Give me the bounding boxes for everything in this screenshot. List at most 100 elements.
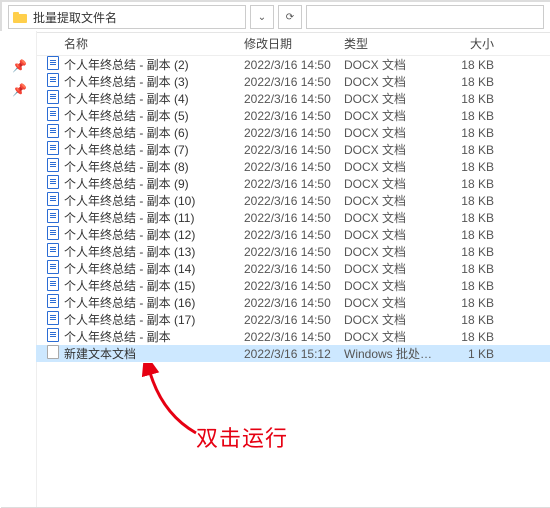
file-row[interactable]: 个人年终总结 - 副本 (3)2022/3/16 14:50DOCX 文档18 … <box>36 73 550 90</box>
pin-icon: 📌 <box>12 83 27 97</box>
file-size: 18 KB <box>434 177 504 191</box>
file-date: 2022/3/16 14:50 <box>244 75 344 89</box>
word-doc-icon <box>46 311 60 328</box>
file-name: 个人年终总结 - 副本 (2) <box>64 56 244 73</box>
file-type: DOCX 文档 <box>344 56 434 73</box>
file-row[interactable]: 个人年终总结 - 副本 (4)2022/3/16 14:50DOCX 文档18 … <box>36 90 550 107</box>
file-date: 2022/3/16 14:50 <box>244 279 344 293</box>
file-date: 2022/3/16 14:50 <box>244 160 344 174</box>
column-header-name[interactable]: 名称 <box>64 35 244 52</box>
file-row[interactable]: 新建文本文档2022/3/16 15:12Windows 批处理...1 KB <box>36 345 550 362</box>
file-type: DOCX 文档 <box>344 226 434 243</box>
file-row[interactable]: 个人年终总结 - 副本 (2)2022/3/16 14:50DOCX 文档18 … <box>36 56 550 73</box>
file-date: 2022/3/16 14:50 <box>244 194 344 208</box>
file-size: 18 KB <box>434 211 504 225</box>
word-doc-icon <box>46 73 60 90</box>
file-name: 个人年终总结 - 副本 (16) <box>64 294 244 311</box>
file-size: 18 KB <box>434 330 504 344</box>
file-date: 2022/3/16 14:50 <box>244 177 344 191</box>
file-type: DOCX 文档 <box>344 311 434 328</box>
file-row[interactable]: 个人年终总结 - 副本 (17)2022/3/16 14:50DOCX 文档18… <box>36 311 550 328</box>
word-doc-icon <box>46 260 60 277</box>
word-doc-icon <box>46 209 60 226</box>
file-date: 2022/3/16 14:50 <box>244 211 344 225</box>
word-doc-icon <box>46 141 60 158</box>
file-name: 个人年终总结 - 副本 (15) <box>64 277 244 294</box>
word-doc-icon <box>46 294 60 311</box>
file-date: 2022/3/16 14:50 <box>244 228 344 242</box>
history-dropdown-button[interactable]: ⌄ <box>250 5 274 29</box>
word-doc-icon <box>46 56 60 73</box>
file-size: 18 KB <box>434 228 504 242</box>
file-name: 个人年终总结 - 副本 (4) <box>64 90 244 107</box>
column-header-type[interactable]: 类型 <box>344 35 434 52</box>
file-name: 个人年终总结 - 副本 (14) <box>64 260 244 277</box>
file-type: DOCX 文档 <box>344 294 434 311</box>
file-date: 2022/3/16 14:50 <box>244 58 344 72</box>
file-row[interactable]: 个人年终总结 - 副本 (10)2022/3/16 14:50DOCX 文档18… <box>36 192 550 209</box>
file-row[interactable]: 个人年终总结 - 副本 (9)2022/3/16 14:50DOCX 文档18 … <box>36 175 550 192</box>
refresh-icon: ⟳ <box>286 12 294 23</box>
file-type: DOCX 文档 <box>344 192 434 209</box>
file-size: 18 KB <box>434 126 504 140</box>
file-rows: 个人年终总结 - 副本 (2)2022/3/16 14:50DOCX 文档18 … <box>36 56 550 362</box>
quick-access-strip: 📌 📌 <box>0 31 37 507</box>
file-row[interactable]: 个人年终总结 - 副本2022/3/16 14:50DOCX 文档18 KB <box>36 328 550 345</box>
file-row[interactable]: 个人年终总结 - 副本 (11)2022/3/16 14:50DOCX 文档18… <box>36 209 550 226</box>
file-date: 2022/3/16 14:50 <box>244 313 344 327</box>
file-name: 个人年终总结 - 副本 (6) <box>64 124 244 141</box>
file-type: DOCX 文档 <box>344 158 434 175</box>
file-name: 个人年终总结 - 副本 (10) <box>64 192 244 209</box>
file-row[interactable]: 个人年终总结 - 副本 (16)2022/3/16 14:50DOCX 文档18… <box>36 294 550 311</box>
file-size: 18 KB <box>434 279 504 293</box>
file-date: 2022/3/16 14:50 <box>244 143 344 157</box>
file-row[interactable]: 个人年终总结 - 副本 (8)2022/3/16 14:50DOCX 文档18 … <box>36 158 550 175</box>
file-date: 2022/3/16 14:50 <box>244 109 344 123</box>
annotation-text: 双击运行 <box>196 421 288 453</box>
file-type: DOCX 文档 <box>344 328 434 345</box>
search-box[interactable] <box>306 5 544 29</box>
word-doc-icon <box>46 277 60 294</box>
file-size: 18 KB <box>434 160 504 174</box>
address-box[interactable]: 批量提取文件名 <box>8 5 246 29</box>
word-doc-icon <box>46 124 60 141</box>
column-header-size[interactable]: 大小 <box>434 35 504 52</box>
file-date: 2022/3/16 14:50 <box>244 262 344 276</box>
file-size: 18 KB <box>434 75 504 89</box>
file-size: 18 KB <box>434 194 504 208</box>
file-type: DOCX 文档 <box>344 260 434 277</box>
word-doc-icon <box>46 90 60 107</box>
file-date: 2022/3/16 14:50 <box>244 126 344 140</box>
file-size: 18 KB <box>434 109 504 123</box>
file-row[interactable]: 个人年终总结 - 副本 (7)2022/3/16 14:50DOCX 文档18 … <box>36 141 550 158</box>
file-size: 18 KB <box>434 58 504 72</box>
column-header-date[interactable]: 修改日期 <box>244 35 344 52</box>
file-size: 18 KB <box>434 296 504 310</box>
file-row[interactable]: 个人年终总结 - 副本 (14)2022/3/16 14:50DOCX 文档18… <box>36 260 550 277</box>
file-date: 2022/3/16 14:50 <box>244 245 344 259</box>
file-name: 个人年终总结 - 副本 (11) <box>64 209 244 226</box>
file-type: DOCX 文档 <box>344 141 434 158</box>
file-name: 个人年终总结 - 副本 (9) <box>64 175 244 192</box>
word-doc-icon <box>46 328 60 345</box>
current-folder-name: 批量提取文件名 <box>33 9 117 26</box>
file-type: DOCX 文档 <box>344 277 434 294</box>
file-row[interactable]: 个人年终总结 - 副本 (5)2022/3/16 14:50DOCX 文档18 … <box>36 107 550 124</box>
file-type: Windows 批处理... <box>344 345 434 362</box>
file-name: 个人年终总结 - 副本 (12) <box>64 226 244 243</box>
refresh-button[interactable]: ⟳ <box>278 5 302 29</box>
file-type: DOCX 文档 <box>344 73 434 90</box>
file-name: 个人年终总结 - 副本 (5) <box>64 107 244 124</box>
file-size: 18 KB <box>434 92 504 106</box>
word-doc-icon <box>46 107 60 124</box>
file-size: 18 KB <box>434 245 504 259</box>
file-row[interactable]: 个人年终总结 - 副本 (6)2022/3/16 14:50DOCX 文档18 … <box>36 124 550 141</box>
file-row[interactable]: 个人年终总结 - 副本 (15)2022/3/16 14:50DOCX 文档18… <box>36 277 550 294</box>
file-name: 个人年终总结 - 副本 (7) <box>64 141 244 158</box>
file-type: DOCX 文档 <box>344 90 434 107</box>
file-row[interactable]: 个人年终总结 - 副本 (12)2022/3/16 14:50DOCX 文档18… <box>36 226 550 243</box>
file-row[interactable]: 个人年终总结 - 副本 (13)2022/3/16 14:50DOCX 文档18… <box>36 243 550 260</box>
file-date: 2022/3/16 15:12 <box>244 347 344 361</box>
word-doc-icon <box>46 226 60 243</box>
pin-icon: 📌 <box>12 59 27 73</box>
